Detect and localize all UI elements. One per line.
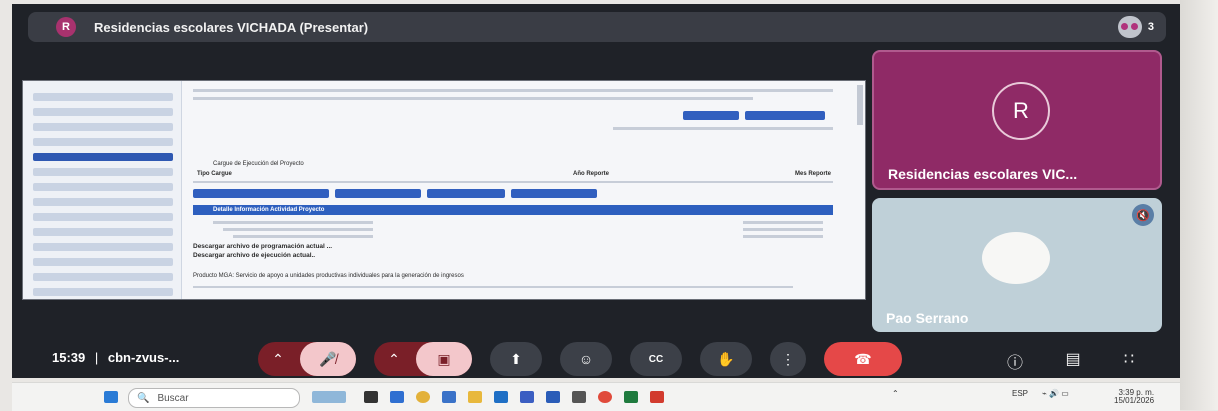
slide-col-mes: Mes Reporte [795, 171, 832, 177]
chat-icon[interactable]: ▤ [1062, 349, 1084, 369]
task-view-icon[interactable] [364, 391, 378, 403]
shared-sidebar [23, 81, 182, 299]
participant-tile-pao[interactable]: 🔇 Pao Serrano [872, 198, 1162, 332]
shared-main: Cargue de Ejecución del Proyecto Tipo Ca… [183, 81, 865, 299]
camera-group: ⌃ ▣ [374, 342, 472, 376]
tray-language[interactable]: ESP [1012, 389, 1028, 398]
captions-icon: CC [648, 353, 664, 365]
more-vert-icon: ⋮ [781, 350, 795, 367]
meeting-controls: 15:39 | cbn-zvus-... ⌃ 🎤̸ ⌃ ▣ ⬆ ☺ CC ✋ ⋮… [12, 342, 1180, 378]
slide-col-anio: Año Reporte [573, 171, 609, 177]
participant-avatar [982, 232, 1050, 284]
app-icon[interactable] [390, 391, 404, 403]
excel-icon[interactable] [624, 391, 638, 403]
mic-off-icon: 🎤̸ [319, 350, 337, 367]
participant-name: Residencias escolares VIC... [888, 166, 1078, 182]
more-options-button[interactable]: ⋮ [770, 342, 806, 376]
meeting-title-bar: R Residencias escolares VICHADA (Present… [28, 12, 1166, 42]
hang-up-icon: ☎ [854, 350, 872, 367]
participant-name: Pao Serrano [886, 310, 969, 326]
raise-hand-button[interactable]: ✋ [700, 342, 752, 376]
folder-icon[interactable] [468, 391, 482, 403]
app-icon[interactable] [546, 391, 560, 403]
slide-link-ejecucion[interactable]: Descargar archivo de ejecución actual.. [193, 252, 315, 259]
widgets-icon[interactable] [312, 391, 346, 403]
participants-button[interactable]: 3 [1117, 16, 1154, 38]
mic-off-icon: 🔇 [1132, 204, 1154, 226]
windows-taskbar: 🔍 Buscar ⌃ ESP ⌁ 🔊 ▭ 3:39 p. m. 15/01/20… [12, 382, 1180, 411]
slide-section: Detalle Información Actividad Proyecto [213, 207, 325, 213]
app-icon[interactable] [572, 391, 586, 403]
participant-avatar: R [992, 82, 1050, 140]
meeting-info-icon[interactable]: ⓘ [1004, 349, 1026, 373]
captions-button[interactable]: CC [630, 342, 682, 376]
wifi-volume-battery-icons[interactable]: ⌁ 🔊 ▭ [1042, 389, 1069, 398]
acrobat-icon[interactable] [650, 391, 664, 403]
present-screen-icon: ⬆ [510, 350, 522, 367]
slide-heading: Cargue de Ejecución del Proyecto [213, 161, 304, 167]
search-placeholder: Buscar [157, 392, 189, 404]
search-icon: 🔍 [137, 392, 150, 404]
participants-icon [1117, 16, 1142, 38]
camera-toggle-button[interactable]: ▣ [416, 342, 472, 376]
browser-icon[interactable] [598, 391, 612, 403]
taskbar-search[interactable]: 🔍 Buscar [128, 388, 300, 408]
slide-link-programacion[interactable]: Descargar archivo de programación actual… [193, 243, 332, 250]
windows-start-icon[interactable] [104, 391, 118, 403]
reactions-button[interactable]: ☺ [560, 342, 612, 376]
emoji-icon: ☺ [578, 351, 594, 367]
participant-tile-residencias[interactable]: R Residencias escolares VIC... [872, 50, 1162, 190]
chrome-icon[interactable] [416, 391, 430, 403]
paper-edge [1180, 0, 1218, 410]
shared-screen: Cargue de Ejecución del Proyecto Tipo Ca… [22, 80, 866, 300]
app-icon[interactable] [442, 391, 456, 403]
meet-window: R Residencias escolares VICHADA (Present… [12, 4, 1180, 378]
activities-grid-icon[interactable]: ∷ [1118, 349, 1140, 369]
hand-icon: ✋ [717, 350, 735, 367]
mic-group: ⌃ 🎤̸ [258, 342, 356, 376]
meeting-title: Residencias escolares VICHADA (Presentar… [94, 19, 369, 35]
meeting-code: cbn-zvus-... [107, 350, 180, 365]
edge-icon[interactable] [494, 391, 508, 403]
meeting-clock: 15:39 | cbn-zvus-... [52, 350, 180, 365]
mic-toggle-button[interactable]: 🎤̸ [300, 342, 356, 376]
meeting-avatar: R [56, 17, 76, 37]
tray-clock[interactable]: 3:39 p. m. 15/01/2026 [1114, 389, 1154, 405]
app-icon[interactable] [520, 391, 534, 403]
leave-call-button[interactable]: ☎ [824, 342, 902, 376]
mic-options-chevron-up-icon[interactable]: ⌃ [258, 342, 298, 376]
camera-off-icon: ▣ [437, 350, 451, 367]
slide-col-tipo: Tipo Cargue [197, 171, 232, 177]
slide-producto: Producto MGA: Servicio de apoyo a unidad… [193, 273, 464, 279]
tray-chevron-icon[interactable]: ⌃ [892, 389, 899, 398]
participant-count: 3 [1147, 21, 1154, 33]
present-button[interactable]: ⬆ [490, 342, 542, 376]
camera-options-chevron-up-icon[interactable]: ⌃ [374, 342, 414, 376]
